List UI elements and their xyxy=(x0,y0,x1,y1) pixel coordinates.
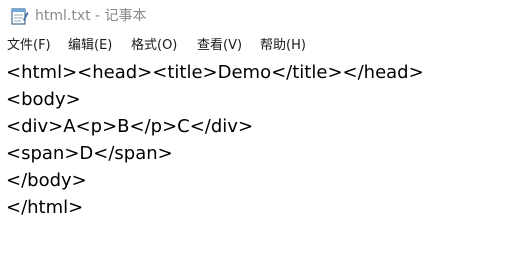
menu-format[interactable]: 格式(O) xyxy=(131,36,177,56)
editor-line: <span>D</span> xyxy=(6,143,173,164)
title-bar: html.txt - 记事本 xyxy=(0,0,528,32)
notepad-icon xyxy=(9,6,29,26)
editor-line: <body> xyxy=(6,89,81,110)
menu-view[interactable]: 查看(V) xyxy=(197,36,242,56)
editor-line: </body> xyxy=(6,170,87,191)
menu-edit[interactable]: 编辑(E) xyxy=(68,36,112,56)
editor-line: </html> xyxy=(6,197,84,218)
window-title: html.txt - 记事本 xyxy=(35,8,147,24)
text-editor-area[interactable]: <html><head><title>Demo</title></head> <… xyxy=(0,60,528,269)
editor-line: <div>A<p>B</p>C</div> xyxy=(6,116,254,137)
menu-file[interactable]: 文件(F) xyxy=(7,36,51,56)
editor-line: <html><head><title>Demo</title></head> xyxy=(6,62,424,83)
menu-help[interactable]: 帮助(H) xyxy=(260,36,306,56)
menu-bar: 文件(F) 编辑(E) 格式(O) 查看(V) 帮助(H) xyxy=(0,36,528,58)
